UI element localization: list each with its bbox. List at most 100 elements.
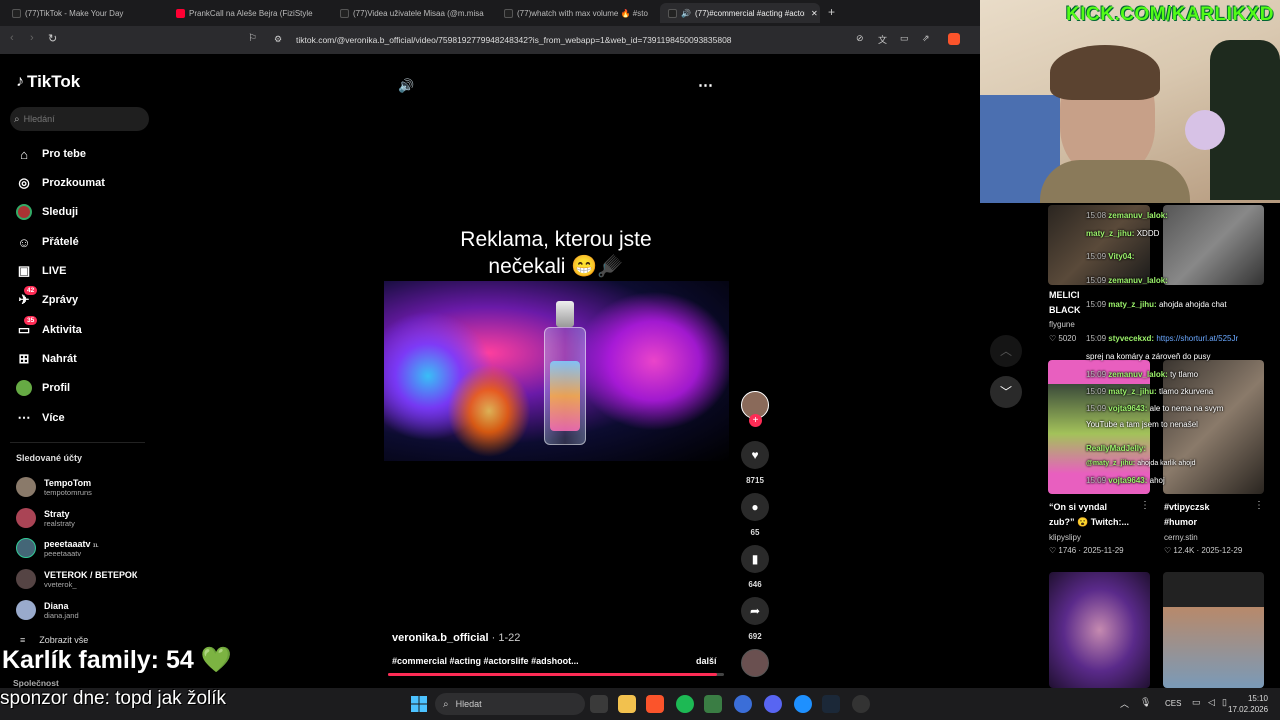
side-video-title[interactable]: #vtipyczsk — [1164, 502, 1210, 512]
reload-icon[interactable]: ↻ — [48, 32, 57, 45]
more-link[interactable]: další — [696, 656, 717, 666]
next-video-button[interactable]: ﹀ — [990, 376, 1022, 408]
screenshot-icon[interactable]: ▭ — [900, 33, 909, 44]
browser-tab[interactable]: (77)whatch with max volume 🔥 #sto — [496, 3, 656, 23]
video-progress-track[interactable] — [388, 673, 724, 676]
chat-message: 15:08 zemanuv_lalok: — [1086, 211, 1168, 220]
close-tab-icon[interactable]: ✕ — [811, 9, 818, 18]
nav-item-nahrat[interactable]: ⊞ Nahrát — [16, 351, 77, 367]
speaker-icon: 🔊 — [681, 8, 691, 18]
plush-toy — [1185, 110, 1225, 150]
chat-message: YouTube a tam jsem to nenašel — [1086, 420, 1198, 429]
side-video-thumbnail[interactable] — [1163, 572, 1264, 688]
brave-browser-icon[interactable] — [646, 695, 664, 713]
chat-message: 15:09 maty_z_jihu: ahojda ahojda chat — [1086, 300, 1227, 309]
browser-tab[interactable]: (77)Videa uživatele Misaa (@m.misa — [332, 3, 492, 23]
tiktok-favicon-icon — [668, 8, 677, 18]
side-video-title[interactable]: BLACK — [1049, 305, 1081, 315]
save-button[interactable]: ▮ — [741, 545, 769, 573]
nav-item-pro-tebe[interactable]: ⌂ Pro tebe — [16, 146, 86, 162]
app-icon[interactable] — [794, 695, 812, 713]
followed-account[interactable]: Diana diana.jand — [16, 600, 79, 620]
taskbar-search[interactable]: ⌕ Hledat — [435, 693, 585, 715]
app-icon[interactable] — [734, 695, 752, 713]
follow-plus-icon[interactable]: + — [749, 414, 762, 427]
obs-icon[interactable] — [852, 695, 870, 713]
nav-item-live[interactable]: ▣ LIVE — [16, 263, 67, 279]
browser-tab-active[interactable]: 🔊 (77)#commercial #acting #actorsl ✕ — [660, 3, 820, 23]
volume-icon[interactable]: 🔊 — [398, 78, 414, 94]
app-icon[interactable] — [704, 695, 722, 713]
back-icon[interactable]: ‹ — [10, 32, 14, 44]
comment-button[interactable]: ● — [741, 493, 769, 521]
task-view-icon[interactable] — [590, 695, 608, 713]
file-explorer-icon[interactable] — [618, 695, 636, 713]
more-options-icon[interactable]: ⋮ — [1140, 500, 1150, 511]
video-progress-fill — [388, 673, 718, 676]
translate-icon[interactable]: 文 — [878, 33, 887, 46]
browser-tab[interactable]: (77)TikTok - Make Your Day — [4, 3, 164, 23]
nav-item-sleduji[interactable]: Sleduji — [16, 204, 78, 220]
side-video-title[interactable]: zub?” 😮 Twitch:... — [1049, 517, 1129, 528]
new-tab-button[interactable]: + — [828, 5, 835, 19]
music-disc-icon[interactable] — [741, 649, 769, 677]
bookmark-icon: ▮ — [751, 552, 759, 566]
followed-account[interactable]: Straty realstraty — [16, 508, 75, 528]
clock[interactable]: 15:10 17.02.2026 — [1228, 693, 1268, 715]
video-author[interactable]: veronika.b_official · 1-22 — [392, 632, 520, 644]
side-video-title[interactable]: #humor — [1164, 517, 1197, 527]
more-options-icon[interactable]: ⋮ — [1254, 500, 1264, 511]
forward-icon[interactable]: › — [30, 32, 34, 44]
chevron-down-icon: ≡ — [20, 635, 26, 645]
streamer-shirt — [1040, 160, 1190, 203]
comment-icon: ● — [751, 500, 759, 514]
followed-account[interactable]: peeetaaatv ɪʟ peeetaaatv — [16, 538, 99, 558]
brave-shield-icon[interactable] — [948, 33, 960, 45]
video-frame[interactable] — [384, 281, 729, 461]
followed-account[interactable]: VETEROK / ВЕТЕРОК vveterok_ — [16, 569, 137, 589]
more-options-icon[interactable]: ⋯ — [698, 76, 713, 94]
windows-start-icon[interactable] — [410, 695, 428, 713]
address-bar[interactable]: tiktok.com/@veronika.b_official/video/75… — [244, 30, 934, 50]
steam-icon[interactable] — [822, 695, 840, 713]
browser-tab[interactable]: PrankCall na Aleše Bejra (FiziStyle — [168, 3, 328, 23]
search-box[interactable]: ⌕ — [10, 107, 149, 131]
network-icon[interactable]: ▭ — [1192, 697, 1201, 708]
company-link[interactable]: Společnost — [13, 678, 59, 688]
extension-icon[interactable]: ⊘ — [856, 33, 864, 44]
tray-chevron-icon[interactable]: ︿ — [1120, 697, 1129, 710]
share-icon[interactable]: ⇗ — [922, 33, 930, 44]
followed-account[interactable]: TempoTom tempotomruns — [16, 477, 92, 497]
search-icon: ⌕ — [443, 698, 449, 710]
video-hashtags[interactable]: #commercial #acting #actorslife #adshoot… — [392, 656, 579, 666]
profile-avatar-icon — [16, 380, 32, 396]
side-video-author[interactable]: klipyslipy — [1049, 533, 1081, 542]
volume-icon[interactable]: ◁ — [1208, 697, 1215, 708]
nav-item-pratele[interactable]: ☺ Přátelé — [16, 234, 78, 250]
search-input[interactable] — [23, 114, 134, 124]
side-video-thumbnail[interactable] — [1163, 205, 1264, 285]
microphone-icon[interactable]: 🎙 — [1140, 697, 1151, 708]
nav-item-zpravy[interactable]: ✈ 42 Zprávy — [16, 286, 78, 308]
compass-icon: ◎ — [18, 175, 30, 190]
url-text[interactable]: tiktok.com/@veronika.b_official/video/75… — [296, 35, 732, 45]
nav-item-vice[interactable]: ⋯ Více — [16, 410, 65, 426]
nav-item-aktivita[interactable]: ▭ 35 Aktivita — [16, 316, 82, 338]
nav-item-profil[interactable]: Profil — [16, 380, 70, 396]
like-button[interactable]: ♥ — [741, 441, 769, 469]
side-video-author[interactable]: flygune — [1049, 320, 1075, 329]
spotify-icon[interactable] — [676, 695, 694, 713]
share-button[interactable]: ➦ — [741, 597, 769, 625]
battery-icon[interactable]: ▯ — [1222, 697, 1227, 708]
previous-video-button[interactable]: ︿ — [990, 335, 1022, 367]
language-indicator[interactable]: CES — [1165, 699, 1181, 708]
side-video-thumbnail[interactable] — [1049, 572, 1150, 688]
nav-item-prozkoumat[interactable]: ◎ Prozkoumat — [16, 175, 105, 191]
side-video-title[interactable]: “On si vyndal — [1049, 502, 1107, 512]
like-count: 8715 — [746, 476, 764, 485]
side-video-title[interactable]: MELICI — [1049, 290, 1080, 300]
show-all-button[interactable]: ≡ Zobrazit vše — [20, 635, 88, 645]
tiktok-logo[interactable]: ♪ TikTok — [16, 72, 80, 92]
discord-icon[interactable] — [764, 695, 782, 713]
side-video-author[interactable]: cerny.stin — [1164, 533, 1198, 542]
